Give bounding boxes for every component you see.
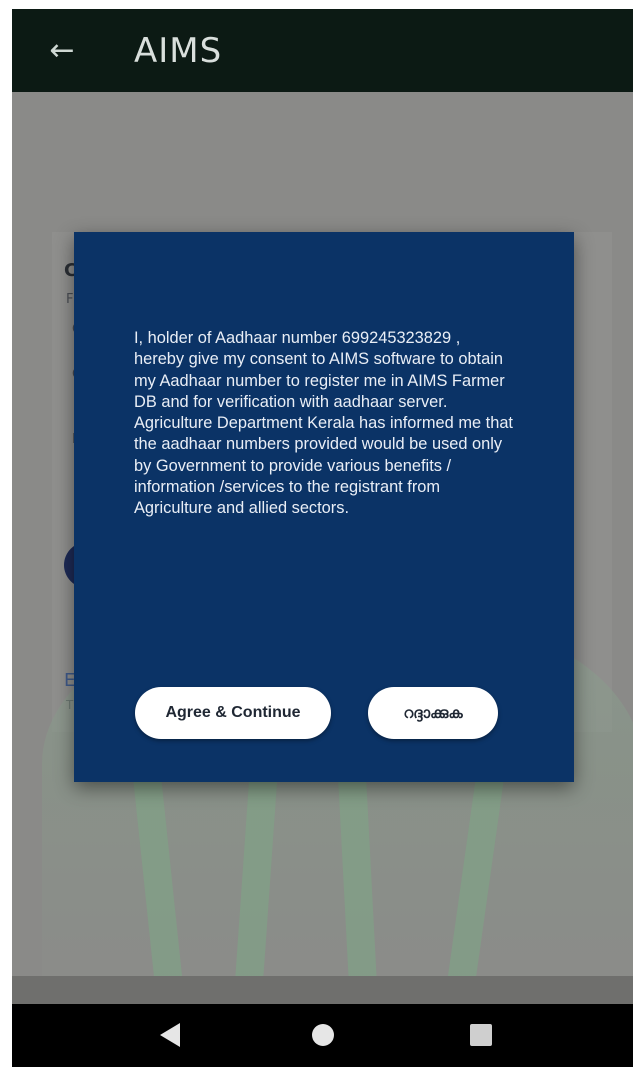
back-arrow-icon[interactable]: ← — [32, 9, 92, 92]
system-navigation-bar — [12, 1004, 633, 1067]
agree-continue-button[interactable]: Agree & Continue — [135, 687, 331, 739]
cancel-button[interactable]: റദ്ദാക്കുക — [368, 687, 498, 739]
background-label: F — [66, 292, 74, 307]
phone-screen: ← AIMS C F C C E E T I, holder of Aadhaa… — [12, 9, 633, 1067]
nav-recents-icon[interactable] — [470, 1024, 492, 1046]
app-title: AIMS — [134, 30, 223, 71]
app-bar: ← AIMS — [12, 9, 633, 92]
consent-dialog: I, holder of Aadhaar number 699245323829… — [74, 232, 574, 782]
consent-message: I, holder of Aadhaar number 699245323829… — [134, 329, 513, 518]
nav-home-icon[interactable] — [312, 1024, 334, 1046]
main-content: C F C C E E T I, holder of Aadhaar numbe… — [12, 92, 633, 1004]
background-strip — [12, 976, 633, 1004]
nav-back-icon[interactable] — [160, 1023, 180, 1047]
